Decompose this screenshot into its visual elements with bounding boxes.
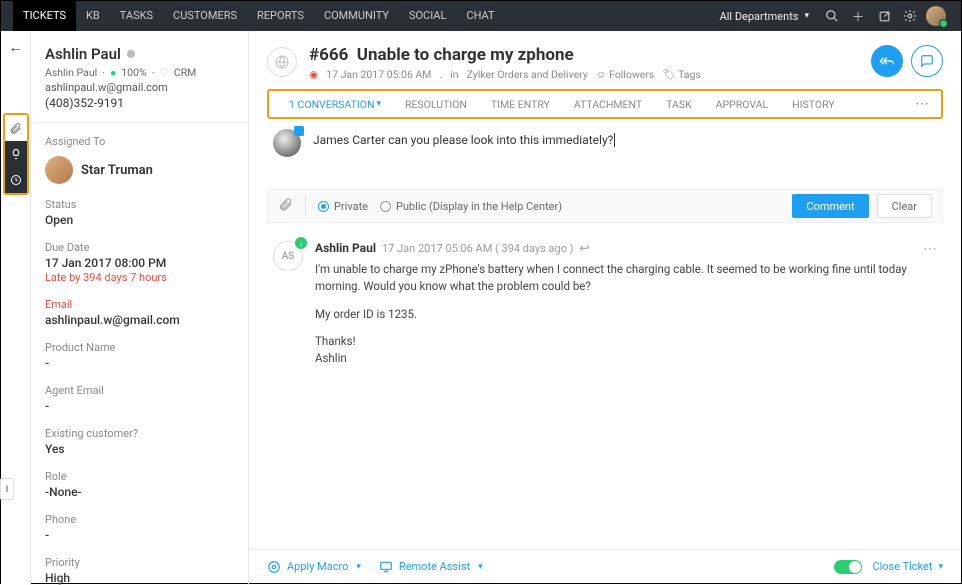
ticket-created: 17 Jan 2017 05:06 AM	[326, 68, 431, 81]
tags-link[interactable]: 🏷 Tags	[662, 68, 700, 81]
channel-icon	[267, 47, 297, 77]
clear-button[interactable]: Clear	[877, 194, 932, 218]
field-priority: PriorityHigh	[45, 556, 234, 585]
visibility-public[interactable]: Public (Display in the Help Center)	[380, 200, 562, 213]
remote-assist-button[interactable]: Remote Assist▾	[379, 560, 483, 574]
tabs-more-icon[interactable]: ⋯	[911, 96, 933, 112]
search-icon[interactable]	[819, 1, 845, 31]
contact-sidebar: Ashlin Paul Ashlin Paul · ● 100% · ♡ CRM…	[31, 31, 249, 585]
message-author: Ashlin Paul	[315, 241, 376, 255]
ticket-department[interactable]: Zylker Orders and Delivery	[467, 68, 588, 81]
field-existing: Existing customer?Yes	[45, 427, 234, 456]
field-due-date: Due Date17 Jan 2017 08:00 PMLate by 394 …	[45, 241, 234, 284]
comment-draft-text[interactable]: James Carter can you please look into th…	[313, 133, 613, 147]
visibility-private[interactable]: Private	[318, 200, 368, 213]
message-body-p4: Ashlin	[315, 350, 911, 367]
rail-attachments-icon[interactable]	[5, 115, 27, 141]
field-status: StatusOpen	[45, 198, 234, 227]
nav-tab-tasks[interactable]: TASKS	[110, 1, 163, 31]
top-nav: TICKETS KB TASKS CUSTOMERS REPORTS COMMU…	[1, 1, 961, 31]
field-email: Emailashlinpaul.w@gmail.com	[45, 298, 234, 327]
chevron-down-icon: ▾	[356, 562, 361, 572]
assigned-label: Assigned To	[45, 135, 234, 148]
field-role: Role-None-	[45, 470, 234, 499]
nav-tab-community[interactable]: COMMUNITY	[314, 1, 399, 31]
message-body-p2: My order ID is 1235.	[315, 306, 911, 323]
customer-name: Ashlin Paul	[45, 45, 234, 63]
field-product: Product Name-	[45, 341, 234, 370]
ticket-title: #666 Unable to charge my zphone	[309, 45, 859, 65]
ticket-tabs: 1 CONVERSATION▾ RESOLUTION TIME ENTRY AT…	[267, 89, 943, 119]
comment-editor[interactable]: James Carter can you please look into th…	[249, 119, 961, 161]
comment-button[interactable]	[911, 45, 943, 77]
reply-all-button[interactable]	[871, 45, 903, 77]
rail-suggestions-icon[interactable]	[5, 141, 27, 167]
collapse-handle[interactable]: ‖	[0, 478, 14, 500]
message-timestamp: 17 Jan 2017 05:06 AM ( 394 days ago )	[382, 242, 574, 255]
nav-tab-kb[interactable]: KB	[76, 1, 110, 31]
message-thread-item: AS↓ Ashlin Paul 17 Jan 2017 05:06 AM ( 3…	[249, 223, 961, 387]
message-more-icon[interactable]: ⋯	[923, 241, 937, 377]
nav-tab-social[interactable]: SOCIAL	[399, 1, 456, 31]
assigned-to[interactable]: Star Truman	[45, 156, 234, 184]
nav-tab-customers[interactable]: CUSTOMERS	[163, 1, 247, 31]
message-body-p1: I'm unable to charge my zPhone's battery…	[315, 261, 911, 296]
tab-approval[interactable]: APPROVAL	[704, 91, 781, 117]
department-selector[interactable]: All Departments▾	[720, 10, 809, 23]
status-toggle[interactable]	[834, 560, 862, 574]
nav-tab-tickets[interactable]: TICKETS	[13, 1, 76, 31]
tab-task[interactable]: TASK	[654, 91, 704, 117]
status-dot-icon	[127, 50, 135, 58]
incoming-badge-icon: ↓	[295, 237, 307, 249]
external-icon[interactable]	[871, 1, 897, 31]
followers-link[interactable]: ☺ Followers	[596, 68, 655, 81]
tab-conversation[interactable]: 1 CONVERSATION▾	[277, 91, 393, 117]
nav-tab-chat[interactable]: CHAT	[456, 1, 504, 31]
field-phone: Phone-	[45, 513, 234, 542]
chevron-down-icon: ▾	[938, 562, 943, 572]
clock-icon: ◉	[309, 68, 318, 81]
add-icon[interactable]: ＋	[845, 1, 871, 31]
left-rail: ← ‖	[1, 31, 31, 585]
field-agent-email: Agent Email-	[45, 384, 234, 413]
customer-phone: (408)352-9191	[45, 96, 234, 110]
nav-tab-reports[interactable]: REPORTS	[247, 1, 314, 31]
customer-email: ashlinpaul.w@gmail.com	[45, 81, 234, 94]
customer-sub: Ashlin Paul · ● 100% · ♡ CRM	[45, 66, 234, 79]
tab-history[interactable]: HISTORY	[780, 91, 846, 117]
reply-icon[interactable]: ↩	[580, 241, 590, 255]
main-content: #666 Unable to charge my zphone ◉ 17 Jan …	[249, 31, 961, 585]
tab-resolution[interactable]: RESOLUTION	[393, 91, 479, 117]
gear-icon[interactable]	[897, 1, 923, 31]
ticket-header: #666 Unable to charge my zphone ◉ 17 Jan …	[249, 31, 961, 89]
submit-comment-button[interactable]: Comment	[792, 194, 868, 218]
chevron-down-icon: ▾	[478, 562, 483, 572]
tab-attachment[interactable]: ATTACHMENT	[562, 91, 654, 117]
attach-icon[interactable]	[278, 197, 293, 216]
rail-history-icon[interactable]	[5, 167, 27, 193]
current-user-avatar	[273, 129, 301, 157]
chevron-down-icon: ▾	[376, 99, 381, 109]
footer-bar: Apply Macro▾ Remote Assist▾ Close Ticket…	[249, 549, 961, 583]
sender-avatar: AS↓	[273, 241, 303, 271]
profile-avatar[interactable]	[923, 1, 949, 31]
agent-avatar	[45, 156, 73, 184]
close-ticket-button[interactable]: Close Ticket▾	[872, 560, 943, 573]
apply-macro-button[interactable]: Apply Macro▾	[267, 560, 361, 574]
tab-timeentry[interactable]: TIME ENTRY	[479, 91, 562, 117]
compose-bar: Private Public (Display in the Help Cent…	[267, 189, 943, 223]
message-body-p3: Thanks!	[315, 333, 911, 350]
back-button[interactable]: ←	[1, 31, 31, 63]
chevron-down-icon: ▾	[804, 11, 809, 21]
